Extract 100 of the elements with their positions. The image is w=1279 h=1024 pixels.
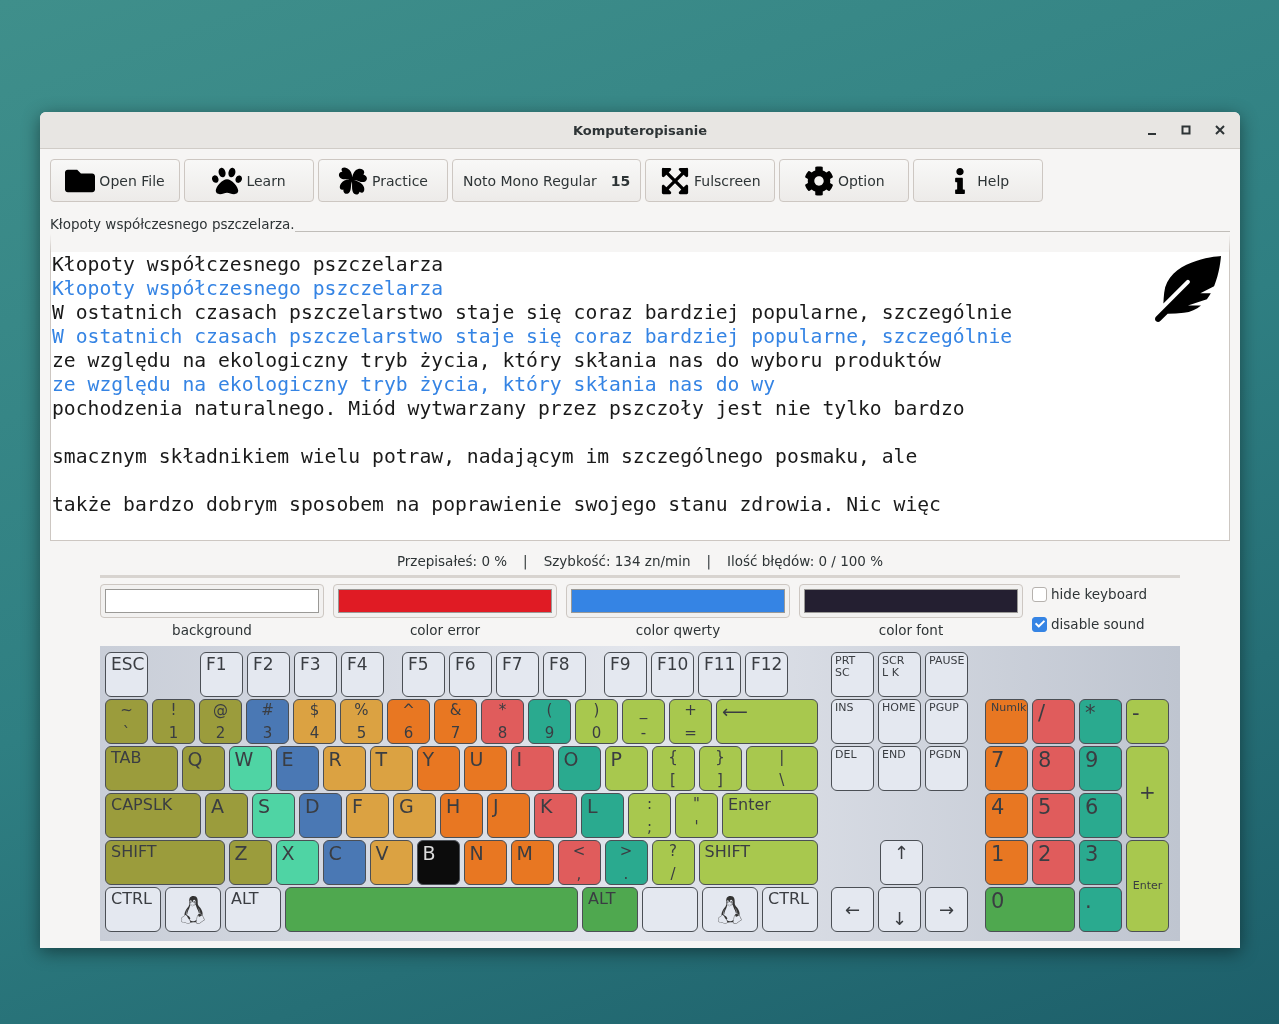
keyboard-key[interactable]: Enter (722, 793, 818, 838)
keyboard-key[interactable]: K (534, 793, 577, 838)
keyboard-key[interactable]: F7 (496, 652, 539, 697)
keyboard-key[interactable]: TAB (105, 746, 178, 791)
keyboard-key[interactable]: ? / (651, 840, 695, 885)
keyboard-key[interactable]: HOME (878, 699, 921, 744)
toolbar-button[interactable]: Learn (184, 159, 314, 202)
keyboard-key[interactable]: PAUSE (925, 652, 968, 697)
keyboard-key[interactable]: - (1126, 699, 1169, 744)
keyboard-key[interactable]: @ 2 (199, 699, 242, 744)
keyboard-key[interactable]: Q (181, 746, 225, 791)
system-key[interactable] (702, 887, 758, 932)
keyboard-key[interactable]: + = (669, 699, 712, 744)
keyboard-key[interactable]: SHIFT (698, 840, 818, 885)
keyboard-key[interactable]: F2 (247, 652, 290, 697)
toolbar-button[interactable]: Help (913, 159, 1044, 202)
keyboard-key[interactable]: DEL (831, 746, 874, 791)
keyboard-key[interactable]: F3 (294, 652, 337, 697)
keyboard-key[interactable]: F6 (449, 652, 492, 697)
toolbar-button[interactable]: Open File (50, 159, 180, 202)
keyboard-key[interactable]: A (205, 793, 248, 838)
keyboard-key[interactable]: ESC (105, 652, 148, 697)
keyboard-key[interactable]: CTRL (762, 887, 818, 932)
keyboard-key[interactable]: ^ 6 (387, 699, 430, 744)
keyboard-key[interactable]: 7 (985, 746, 1028, 791)
keyboard-key[interactable]: H (440, 793, 483, 838)
keyboard-key[interactable]: % 5 (340, 699, 383, 744)
keyboard-key[interactable]: 6 (1079, 793, 1122, 838)
keyboard-key[interactable]: > . (604, 840, 648, 885)
keyboard-key[interactable]: _ - (622, 699, 665, 744)
keyboard-key[interactable]: F4 (341, 652, 384, 697)
keyboard-key[interactable]: / (1032, 699, 1075, 744)
color-picker-button[interactable] (100, 584, 324, 618)
keyboard-key[interactable]: N (463, 840, 507, 885)
keyboard-key[interactable]: SHIFT (105, 840, 225, 885)
keyboard-key[interactable]: V (369, 840, 413, 885)
keyboard-key[interactable]: Y (416, 746, 460, 791)
keyboard-key[interactable]: Z (228, 840, 272, 885)
keyboard-key[interactable]: 2 (1032, 840, 1075, 885)
keyboard-key[interactable]: U (463, 746, 507, 791)
keyboard-key[interactable]: W (228, 746, 272, 791)
maximize-icon[interactable] (1181, 125, 1191, 135)
keyboard-key[interactable]: P (604, 746, 648, 791)
keyboard-key[interactable]: 5 (1032, 793, 1075, 838)
font-button[interactable]: Noto Mono Regular 15 (452, 159, 642, 202)
keyboard-key[interactable]: F11 (698, 652, 741, 697)
keyboard-key[interactable]: → (925, 887, 968, 932)
keyboard-key[interactable]: | \ (745, 746, 818, 791)
keyboard-key[interactable]: ~ ` (105, 699, 148, 744)
keyboard-key[interactable] (642, 887, 698, 932)
keyboard-key[interactable]: { [ (651, 746, 695, 791)
keyboard-key[interactable]: ) 0 (575, 699, 618, 744)
keyboard-key[interactable]: Numlk (985, 699, 1028, 744)
keyboard-key[interactable]: PRT SC (831, 652, 874, 697)
keyboard-key[interactable]: ← (831, 887, 874, 932)
keyboard-key[interactable]: < , (557, 840, 601, 885)
keyboard-key[interactable]: T (369, 746, 413, 791)
keyboard-key[interactable]: 4 (985, 793, 1028, 838)
keyboard-key[interactable]: ⟵ (716, 699, 818, 744)
keyboard-key[interactable]: $ 4 (293, 699, 336, 744)
keyboard-key[interactable]: S (252, 793, 295, 838)
keyboard-key[interactable]: Enter (1126, 840, 1169, 932)
keyboard-key[interactable]: 3 (1079, 840, 1122, 885)
toolbar-button[interactable]: Practice (318, 159, 448, 202)
keyboard-key[interactable]: 0 (985, 887, 1075, 932)
typing-area[interactable] (50, 234, 1230, 541)
keyboard-key[interactable]: ( 9 (528, 699, 571, 744)
keyboard-key[interactable]: END (878, 746, 921, 791)
close-icon[interactable] (1215, 125, 1225, 135)
keyboard-key[interactable]: 8 (1032, 746, 1075, 791)
keyboard-key[interactable]: R (322, 746, 366, 791)
keyboard-key[interactable]: 1 (985, 840, 1028, 885)
checkbox[interactable] (1032, 616, 1047, 632)
keyboard-key[interactable]: } ] (698, 746, 742, 791)
keyboard-key[interactable]: CAPSLK (105, 793, 201, 838)
toolbar-button[interactable]: Fulscreen (645, 159, 776, 202)
color-picker-button[interactable] (333, 584, 557, 618)
keyboard-key[interactable]: PGDN (925, 746, 968, 791)
keyboard-key[interactable]: F10 (651, 652, 694, 697)
keyboard-key[interactable]: B (416, 840, 460, 885)
keyboard-key[interactable]: : ; (628, 793, 671, 838)
keyboard-key[interactable]: CTRL (105, 887, 161, 932)
keyboard-key[interactable]: F8 (543, 652, 586, 697)
color-picker-button[interactable] (566, 584, 790, 618)
keyboard-key[interactable]: G (393, 793, 436, 838)
keyboard-key[interactable] (285, 887, 578, 932)
keyboard-key[interactable]: I (510, 746, 554, 791)
keyboard-key[interactable]: M (510, 840, 554, 885)
keyboard-key[interactable]: INS (831, 699, 874, 744)
keyboard-key[interactable]: * 8 (481, 699, 524, 744)
keyboard-key[interactable]: F1 (200, 652, 243, 697)
keyboard-key[interactable]: ↑ (880, 840, 923, 885)
keyboard-key[interactable]: . (1079, 887, 1122, 932)
keyboard-key[interactable]: 9 (1079, 746, 1122, 791)
keyboard-key[interactable]: & 7 (434, 699, 477, 744)
keyboard-key[interactable]: PGUP (925, 699, 968, 744)
keyboard-key[interactable]: F12 (745, 652, 788, 697)
keyboard-key[interactable]: ALT (225, 887, 281, 932)
keyboard-key[interactable]: J (487, 793, 530, 838)
keyboard-key[interactable]: F (346, 793, 389, 838)
